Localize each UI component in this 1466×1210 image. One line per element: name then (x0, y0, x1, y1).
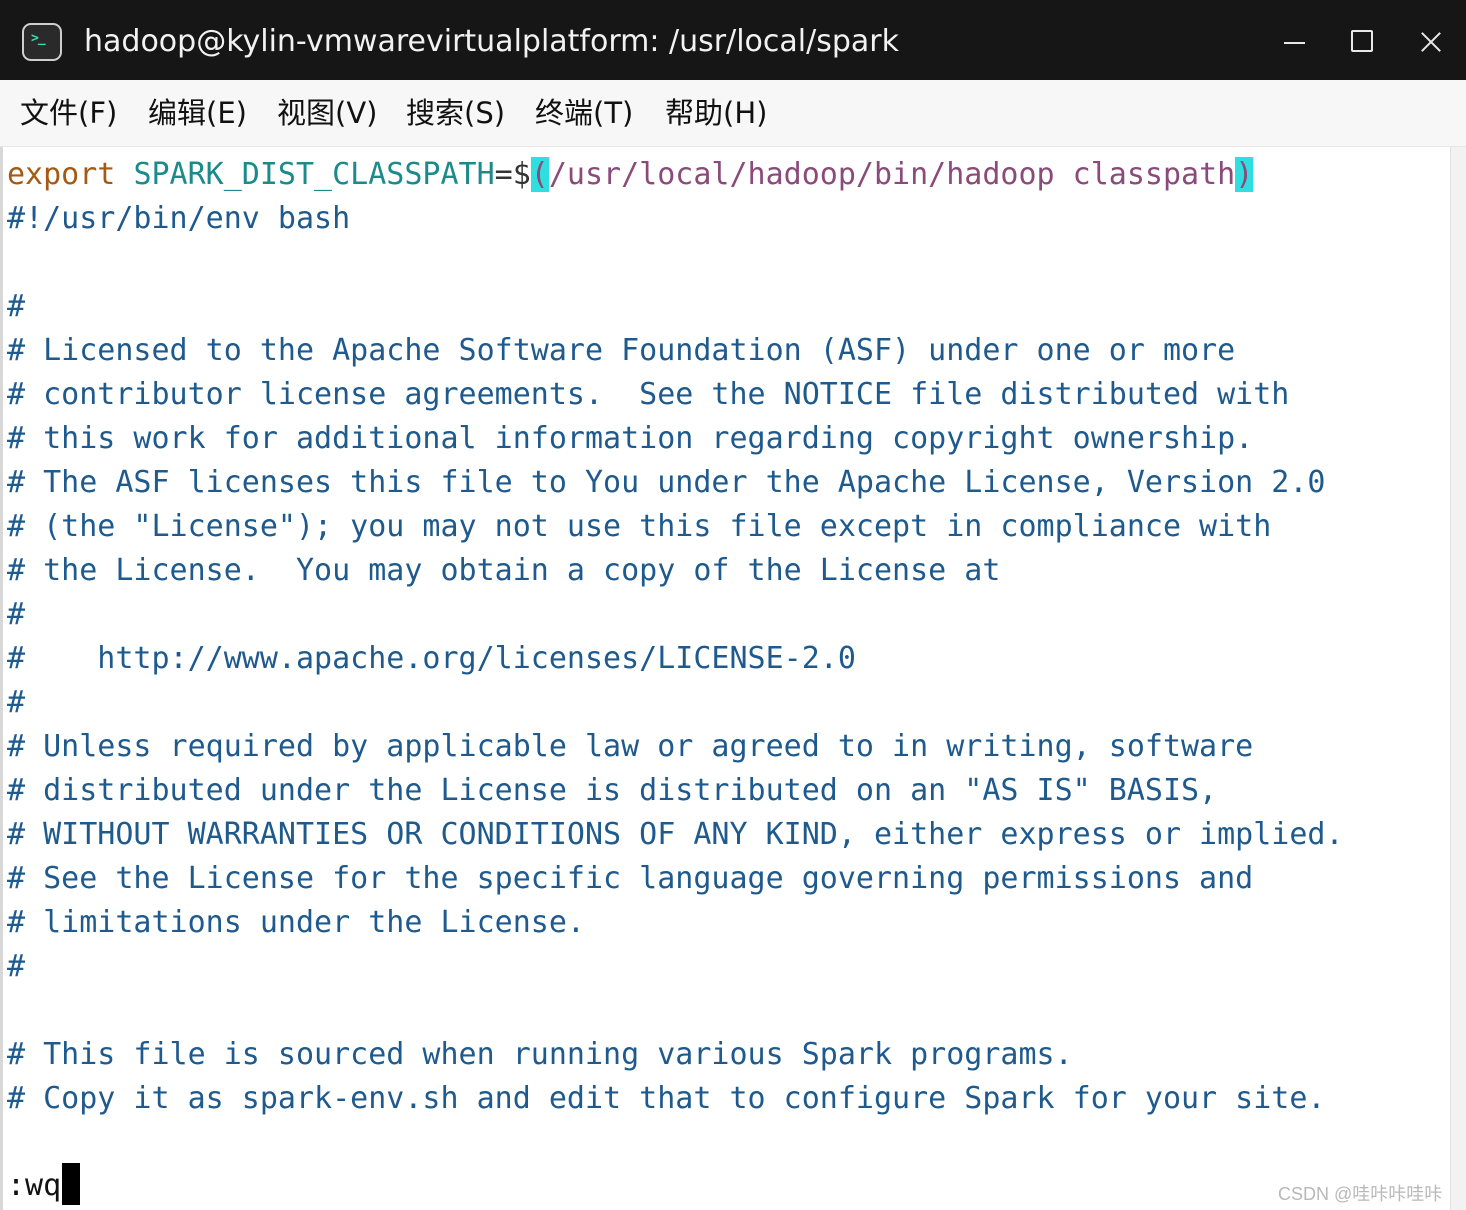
code-line: # distributed under the License is distr… (7, 773, 1218, 808)
minimize-icon[interactable] (1274, 22, 1314, 62)
code-line: # WITHOUT WARRANTIES OR CONDITIONS OF AN… (7, 817, 1344, 852)
command-text: :wq (7, 1168, 62, 1203)
code-line: # (7, 685, 26, 720)
paren-close: ) (1235, 157, 1254, 192)
menu-bar: 文件(F) 编辑(E) 视图(V) 搜索(S) 终端(T) 帮助(H) (0, 80, 1466, 147)
menu-help[interactable]: 帮助(H) (665, 94, 767, 132)
watermark: CSDN @哇咔咔哇咔 (1278, 1184, 1443, 1204)
terminal-editor[interactable]: export SPARK_DIST_CLASSPATH=$(/usr/local… (0, 147, 1450, 1210)
window-title: hadoop@kylin-vmwarevirtualplatform: /usr… (84, 24, 899, 59)
code-line: #!/usr/bin/env bash (7, 201, 351, 236)
code-line: # Licensed to the Apache Software Founda… (7, 333, 1236, 368)
code-line: # (the "License"); you may not use this … (7, 509, 1272, 544)
assign-operator: =$ (494, 157, 531, 192)
code-line: # (7, 289, 26, 324)
menu-terminal[interactable]: 终端(T) (535, 94, 633, 132)
code-line: # http://www.apache.org/licenses/LICENSE… (7, 641, 856, 676)
close-icon[interactable] (1410, 22, 1450, 62)
menu-search[interactable]: 搜索(S) (406, 94, 505, 132)
scrollbar[interactable] (1450, 147, 1466, 1210)
code-line: # this work for additional information r… (7, 421, 1254, 456)
code-line: # (7, 597, 26, 632)
menu-edit[interactable]: 编辑(E) (148, 94, 247, 132)
terminal-app-icon: >_ (22, 23, 62, 61)
code-line: # the License. You may obtain a copy of … (7, 553, 1001, 588)
classpath-command: /usr/local/hadoop/bin/hadoop classpath (548, 157, 1236, 192)
code-line: # contributor license agreements. See th… (7, 377, 1290, 412)
menu-file[interactable]: 文件(F) (20, 94, 117, 132)
maximize-icon[interactable] (1342, 22, 1382, 62)
text-cursor (62, 1163, 81, 1205)
code-line: # See the License for the specific langu… (7, 861, 1254, 896)
code-line: # limitations under the License. (7, 905, 585, 940)
code-line: # This file is sourced when running vari… (7, 1037, 1073, 1072)
title-bar[interactable]: >_ hadoop@kylin-vmwarevirtualplatform: /… (0, 0, 1466, 80)
export-line: export SPARK_DIST_CLASSPATH=$(/usr/local… (7, 153, 1254, 197)
code-line: # The ASF licenses this file to You unde… (7, 465, 1326, 500)
terminal-prompt-glyph: >_ (31, 31, 46, 46)
variable-name: SPARK_DIST_CLASSPATH (133, 157, 495, 192)
code-line: # Unless required by applicable law or a… (7, 729, 1254, 764)
paren-open: ( (530, 157, 549, 192)
vim-command-line[interactable]: :wq (7, 1163, 81, 1207)
menu-view[interactable]: 视图(V) (277, 94, 377, 132)
export-keyword: export (7, 157, 116, 192)
code-line: # (7, 949, 26, 984)
code-line: # Copy it as spark-env.sh and edit that … (7, 1081, 1326, 1116)
